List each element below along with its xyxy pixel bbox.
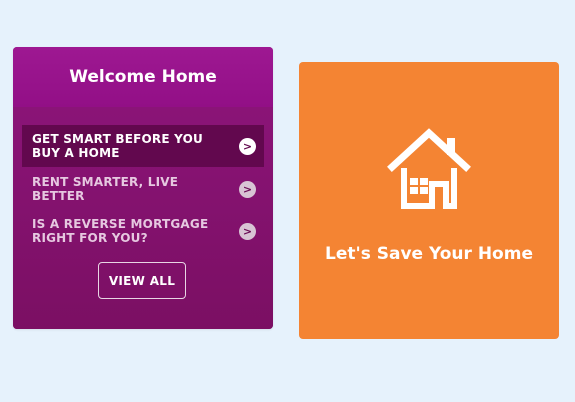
welcome-home-card: Welcome Home GET SMART BEFORE YOU BUY A … xyxy=(13,47,273,329)
article-item-buy-a-home[interactable]: GET SMART BEFORE YOU BUY A HOME > xyxy=(22,125,264,167)
article-list: GET SMART BEFORE YOU BUY A HOME > RENT S… xyxy=(13,107,273,329)
house-icon xyxy=(387,128,471,209)
chevron-right-icon[interactable]: > xyxy=(239,180,256,198)
article-title: IS A REVERSE MORTGAGE RIGHT FOR YOU? xyxy=(32,217,209,245)
article-item-rent-smarter[interactable]: RENT SMARTER, LIVE BETTER > xyxy=(22,169,264,209)
article-item-reverse-mortgage[interactable]: IS A REVERSE MORTGAGE RIGHT FOR YOU? > xyxy=(22,211,264,251)
article-title: GET SMART BEFORE YOU BUY A HOME xyxy=(32,132,203,160)
save-your-home-label: Let's Save Your Home xyxy=(325,244,533,264)
chevron-right-icon[interactable]: > xyxy=(239,222,256,240)
article-title: RENT SMARTER, LIVE BETTER xyxy=(32,175,179,203)
welcome-home-title: Welcome Home xyxy=(13,47,273,107)
view-all-button[interactable]: VIEW ALL xyxy=(98,262,186,299)
save-your-home-card[interactable]: Let's Save Your Home xyxy=(299,62,559,339)
chevron-right-icon[interactable]: > xyxy=(239,137,256,155)
